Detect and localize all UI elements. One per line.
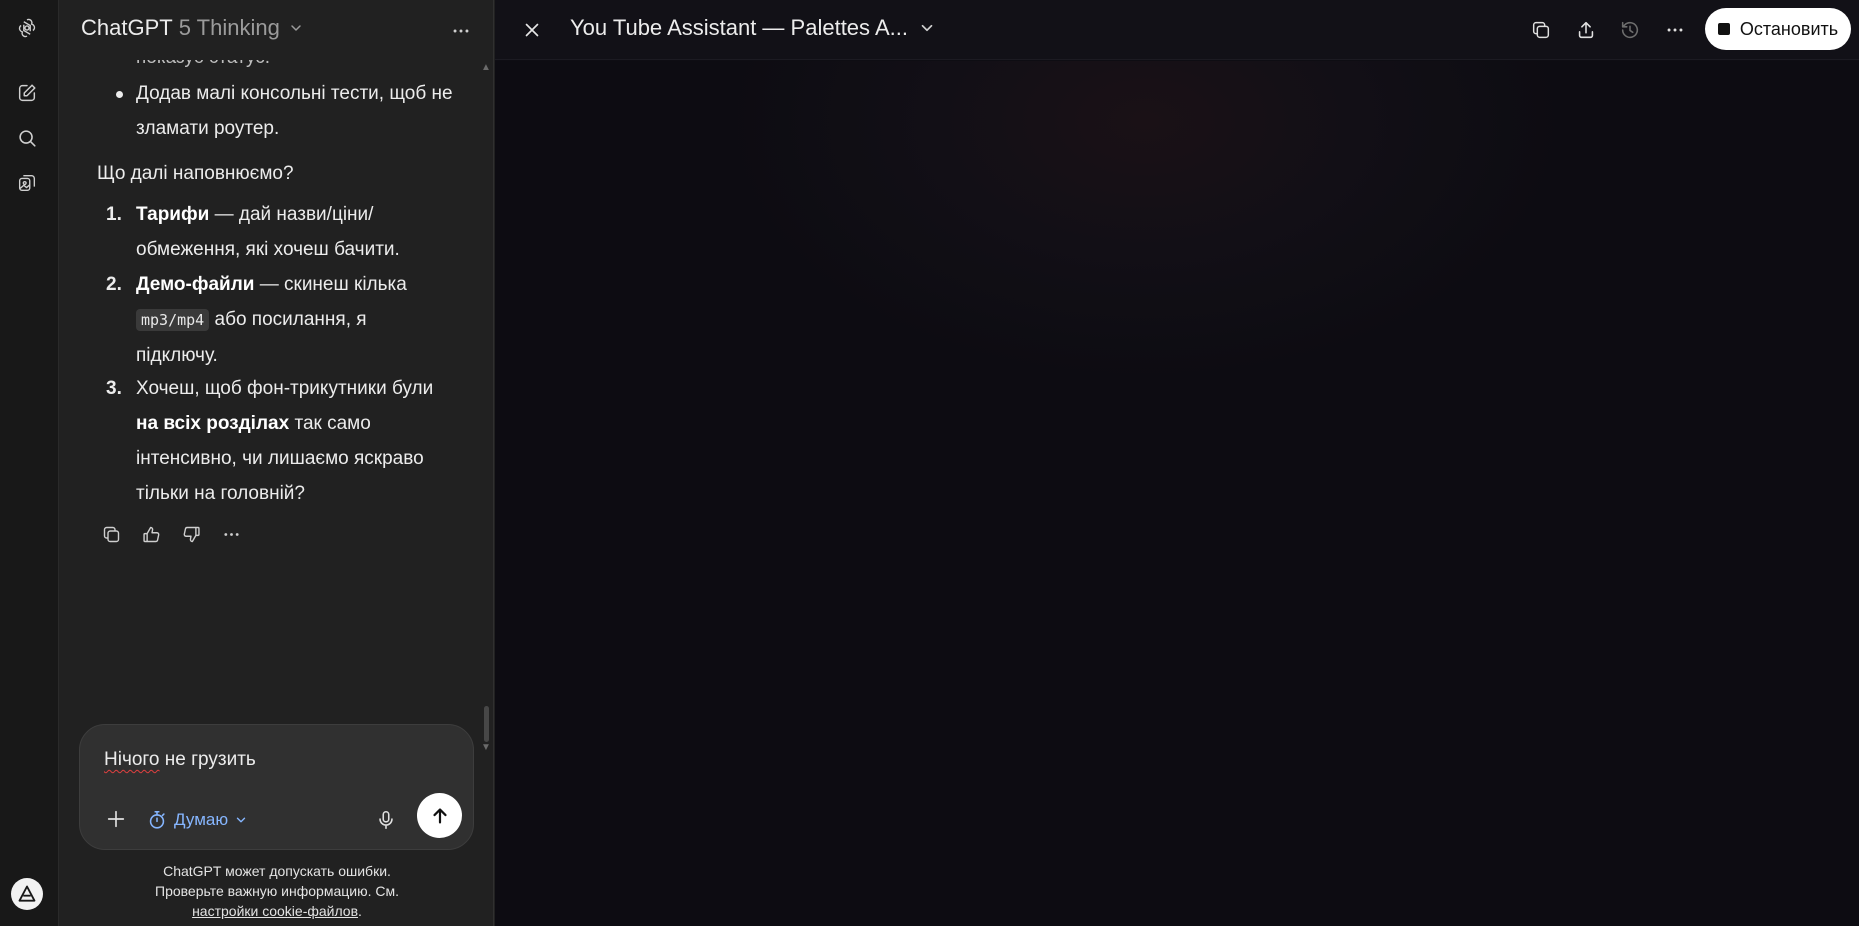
list-item-text: тільки на головній? — [136, 483, 305, 504]
disclaimer-line: Проверьте важную информацию. См. — [155, 883, 399, 899]
list-item-text: Хочеш, щоб фон-трикутники були — [136, 378, 434, 399]
misspelled-word: Нічого — [104, 749, 160, 770]
account-avatar-icon[interactable] — [11, 878, 43, 910]
question-text: Що далі наповнюємо? — [97, 163, 294, 184]
chat-header: ChatGPT 5 Thinking — [60, 0, 493, 60]
list-item-bold: на всіх розділах — [136, 413, 290, 434]
list-item: 3. Хочеш, щоб фон-трикутники були на всі… — [106, 371, 476, 511]
send-button[interactable] — [417, 793, 462, 838]
cookie-settings-link[interactable]: настройки cookie-файлов — [192, 903, 358, 919]
list-item: 2. Демо-файли — скинеш кілька mp3/mp4 аб… — [106, 267, 476, 373]
list-item-text: інтенсивно, чи лишаємо яскраво — [136, 448, 424, 469]
chevron-down-icon — [921, 24, 933, 32]
chat-panel: показує статус. Додав малі консольні тес… — [60, 0, 494, 926]
list-item-text: — скинеш кілька — [254, 274, 407, 295]
thinking-mode-button[interactable]: Думаю — [146, 804, 248, 836]
list-item-bold: Демо-файли — [136, 274, 255, 295]
canvas-header: You Tube Assistant — Palettes A... Остан… — [495, 0, 1859, 60]
copy-icon[interactable] — [1524, 13, 1558, 47]
scroll-down-arrow[interactable]: ▼ — [481, 742, 491, 753]
inline-code: mp3/mp4 — [136, 309, 210, 331]
thumbs-up-icon[interactable] — [137, 520, 165, 548]
stopwatch-icon — [149, 810, 165, 829]
search-icon[interactable] — [9, 120, 45, 156]
scrollbar-thumb[interactable] — [484, 706, 489, 742]
composer-input[interactable]: Нічого не грузить — [104, 749, 256, 771]
model-version: 5 Thinking — [178, 15, 280, 40]
plus-icon[interactable] — [100, 803, 132, 835]
canvas-title-text: You Tube Assistant — Palettes A... — [570, 15, 908, 40]
copy-icon[interactable] — [97, 520, 125, 548]
list-number: 2. — [106, 274, 122, 295]
close-icon[interactable] — [515, 13, 549, 47]
arrow-up-icon — [432, 807, 447, 824]
list-item: Додав малі консольні тести, щоб не злама… — [116, 76, 466, 146]
icon-rail — [0, 0, 59, 926]
stop-button-label: Остановить — [1739, 18, 1839, 39]
list-item: 1. Тарифи — дай назви/ціни/ обмеження, я… — [106, 197, 476, 267]
list-item-text: або посилання, я — [209, 309, 367, 330]
openai-logo-icon[interactable] — [9, 10, 45, 46]
stop-icon — [1717, 23, 1730, 35]
message-actions — [97, 520, 245, 548]
disclaimer-line: ChatGPT может допускать ошибки. — [163, 863, 391, 879]
message-composer[interactable]: Нічого не грузить Думаю — [79, 724, 474, 850]
list-number: 1. — [106, 204, 122, 225]
new-chat-icon[interactable] — [9, 75, 45, 111]
chevron-down-icon — [291, 25, 301, 31]
more-options-icon[interactable] — [217, 520, 245, 548]
stop-button[interactable]: Остановить — [1705, 8, 1851, 50]
share-icon[interactable] — [1569, 13, 1603, 47]
microphone-icon[interactable] — [370, 804, 402, 836]
more-options-icon[interactable] — [446, 16, 476, 46]
disclaimer: ChatGPT может допускать ошибки. Проверьт… — [60, 861, 493, 921]
library-icon[interactable] — [9, 165, 45, 201]
canvas-title[interactable]: You Tube Assistant — Palettes A... — [570, 15, 936, 41]
scroll-up-arrow[interactable]: ▲ — [481, 62, 491, 73]
assistant-message: показує статус. Додав малі консольні тес… — [60, 0, 493, 560]
canvas-preview-area — [495, 61, 1859, 926]
list-item-bold: Тарифи — [136, 204, 210, 225]
more-options-icon[interactable] — [1658, 13, 1692, 47]
list-item-text: обмеження, які хочеш бачити. — [136, 239, 400, 260]
thumbs-down-icon[interactable] — [177, 520, 205, 548]
chevron-down-icon — [236, 817, 246, 823]
disclaimer-end: . — [358, 903, 362, 919]
thinking-mode-label: Думаю — [174, 810, 229, 829]
list-item-text: підключу. — [136, 345, 218, 366]
composer-input-text: не грузить — [159, 749, 256, 770]
list-item-text: так само — [289, 413, 371, 434]
canvas-panel: You Tube Assistant — Palettes A... Остан… — [495, 0, 1859, 926]
model-selector[interactable]: ChatGPT 5 Thinking — [81, 15, 304, 41]
history-icon[interactable] — [1613, 13, 1647, 47]
list-item-text: — дай назви/ціни/ — [209, 204, 374, 225]
app-window: показує статус. Додав малі консольні тес… — [0, 0, 1859, 926]
list-number: 3. — [106, 378, 122, 399]
model-name: ChatGPT — [81, 15, 173, 40]
